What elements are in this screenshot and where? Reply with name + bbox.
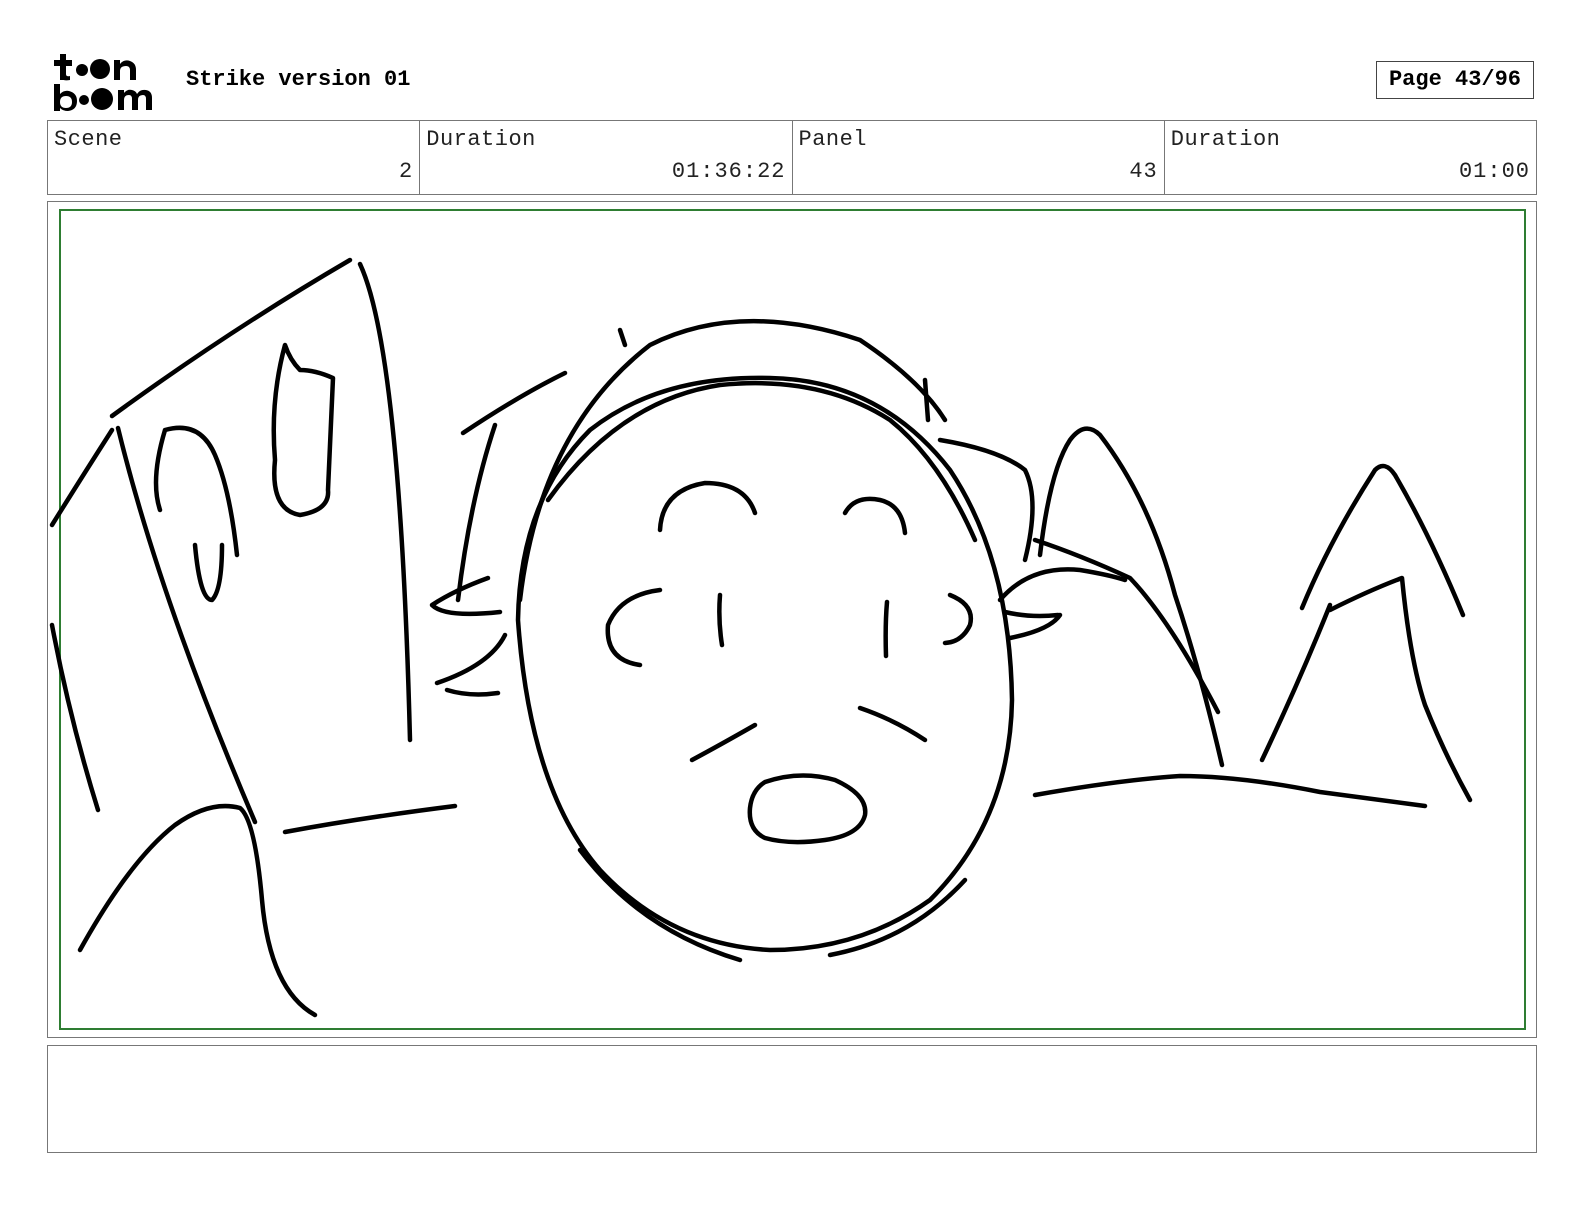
hair-left [460,370,568,436]
eyebrow-left [657,480,758,533]
ground-line-left [282,803,458,835]
mountain-1-base [1032,537,1221,715]
building-roof-line [109,257,353,419]
building-far-edge [49,427,115,528]
building-base-left [49,622,101,813]
eyebrow-right [842,496,908,536]
face-outline-outer [517,318,948,603]
ear-right [997,567,1128,641]
hair-left-inner [455,422,498,603]
face-outline-inner [545,380,978,543]
ear-left-top [429,575,503,617]
hair-top-tick [617,327,628,348]
cheek-left [605,587,663,668]
hair-right-tick [922,377,931,423]
mouth [747,773,868,845]
mountain-1 [1037,426,1225,768]
building-left-edge [115,425,258,825]
window-drip [192,542,225,603]
storyboard-sketch [49,257,1473,1018]
window-right [271,342,336,518]
building-right-edge [357,261,413,743]
cheek-line-left [689,722,758,763]
eye-left [717,592,725,648]
hill-left [77,803,318,1018]
mountain-2-inner [1259,575,1473,803]
ground-line-right [1032,773,1428,809]
eye-right [883,599,890,659]
window-left [153,425,240,558]
ear-left-bottom [434,632,508,697]
notes-box[interactable] [47,1045,1537,1153]
cheek-right [942,592,974,646]
mountain-2 [1299,463,1466,618]
cheek-line-right [857,705,928,743]
